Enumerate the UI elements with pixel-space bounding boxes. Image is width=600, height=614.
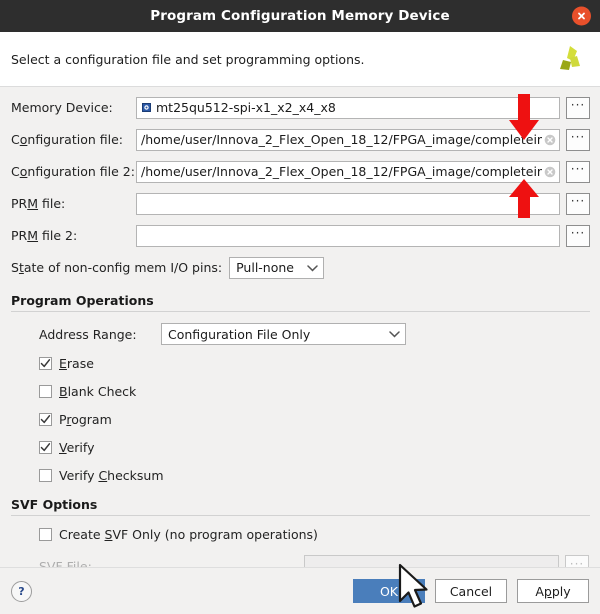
checkbox-create-svf-only[interactable]: Create SVF Only (no program operations): [39, 527, 590, 542]
memory-chip-icon: [141, 102, 152, 113]
checkbox-verify-checksum[interactable]: Verify Checksum: [39, 468, 590, 483]
section-divider: [11, 311, 590, 312]
close-button[interactable]: [572, 6, 591, 26]
configuration-file-field[interactable]: /home/user/Innova_2_Flex_Open_18_12/FPGA…: [136, 128, 560, 151]
configuration-file-row: Configuration file: /home/user/Innova_2_…: [11, 128, 590, 151]
configuration-file-label: Configuration file:: [11, 132, 124, 147]
clear-icon[interactable]: [544, 134, 556, 146]
checkbox-label: Verify: [59, 440, 95, 455]
chevron-down-icon: [389, 330, 400, 338]
checkbox-label: Erase: [59, 356, 94, 371]
configuration-file-2-row: Configuration file 2: /home/user/Innova_…: [11, 160, 590, 183]
checkbox-box[interactable]: [39, 357, 52, 370]
pinwheel-logo-icon: [560, 46, 580, 70]
cancel-button[interactable]: Cancel: [435, 579, 507, 603]
prm-file-2-field[interactable]: [136, 224, 560, 247]
checkmark-icon: [40, 415, 51, 424]
address-range-value: Configuration File Only: [168, 326, 311, 342]
checkmark-icon: [40, 359, 51, 368]
checkbox-box[interactable]: [39, 469, 52, 482]
io-pins-value: Pull-none: [236, 260, 294, 275]
clear-icon[interactable]: [544, 166, 556, 178]
prm-file-2-browse-button[interactable]: ···: [566, 224, 590, 247]
configuration-file-browse-button[interactable]: ···: [566, 128, 590, 151]
program-operations-section: Program Operations Address Range: Config…: [11, 293, 590, 483]
prm-file-2-label: PRM file 2:: [11, 228, 78, 243]
program-operations-title: Program Operations: [11, 293, 154, 308]
prm-file-browse-button[interactable]: ···: [566, 192, 590, 215]
section-divider: [11, 515, 590, 516]
checkbox-label: Verify Checksum: [59, 468, 164, 483]
memory-device-label: Memory Device:: [11, 100, 113, 115]
dialog-header: Select a configuration file and set prog…: [0, 32, 600, 87]
ok-button[interactable]: OK: [353, 579, 425, 603]
address-range-select[interactable]: Configuration File Only: [161, 323, 406, 345]
checkbox-box[interactable]: [39, 441, 52, 454]
apply-button[interactable]: Ap ply: [517, 579, 589, 603]
prm-file-2-row: PRM file 2: ···: [11, 224, 590, 247]
configuration-file-2-label: Configuration file 2:: [11, 164, 135, 179]
prm-file-label: PRM file:: [11, 196, 66, 211]
checkbox-verify[interactable]: Verify: [39, 440, 590, 455]
checkbox-erase[interactable]: Erase: [39, 356, 590, 371]
memory-device-browse-button[interactable]: ···: [566, 96, 590, 119]
header-instruction: Select a configuration file and set prog…: [11, 51, 365, 67]
dialog-footer: ? OK Cancel Ap ply: [0, 567, 600, 614]
io-pins-row: State of non-config mem I/O pins: Pull-n…: [11, 256, 590, 279]
io-pins-select[interactable]: Pull-none: [229, 256, 325, 279]
memory-device-value: mt25qu512-spi-x1_x2_x4_x8: [156, 100, 336, 115]
checkbox-box[interactable]: [39, 413, 52, 426]
checkbox-blank-check[interactable]: Blank Check: [39, 384, 590, 399]
address-range-row: Address Range: Configuration File Only: [39, 323, 590, 345]
checkmark-icon: [40, 443, 51, 452]
svf-options-title: SVF Options: [11, 497, 98, 512]
help-button[interactable]: ?: [11, 580, 32, 602]
configuration-file-value: /home/user/Innova_2_Flex_Open_18_12/FPGA…: [141, 132, 542, 147]
close-icon: [578, 12, 585, 20]
prm-file-field[interactable]: [136, 192, 560, 215]
window-title: Program Configuration Memory Device: [150, 8, 450, 24]
svf-options-section: SVF Options Create SVF Only (no program …: [11, 497, 590, 577]
dialog-body: Memory Device: mt25qu512-spi-x1_x2_x4_x8…: [0, 87, 600, 577]
io-pins-label: State of non-config mem I/O pins:: [11, 260, 223, 275]
memory-device-row: Memory Device: mt25qu512-spi-x1_x2_x4_x8…: [11, 96, 590, 119]
configuration-file-2-field[interactable]: /home/user/Innova_2_Flex_Open_18_12/FPGA…: [136, 160, 560, 183]
checkbox-program[interactable]: Program: [39, 412, 590, 427]
checkbox-label: Program: [59, 412, 112, 427]
checkbox-box[interactable]: [39, 528, 52, 541]
chevron-down-icon: [307, 264, 318, 272]
memory-device-field[interactable]: mt25qu512-spi-x1_x2_x4_x8: [136, 96, 560, 119]
address-range-label: Address Range:: [39, 326, 137, 342]
checkbox-label: Create SVF Only (no program operations): [59, 527, 318, 542]
title-bar: Program Configuration Memory Device: [0, 0, 600, 32]
configuration-file-2-value: /home/user/Innova_2_Flex_Open_18_12/FPGA…: [141, 164, 542, 179]
configuration-file-2-browse-button[interactable]: ···: [566, 160, 590, 183]
checkbox-label: Blank Check: [59, 384, 137, 399]
checkbox-box[interactable]: [39, 385, 52, 398]
prm-file-row: PRM file: ···: [11, 192, 590, 215]
